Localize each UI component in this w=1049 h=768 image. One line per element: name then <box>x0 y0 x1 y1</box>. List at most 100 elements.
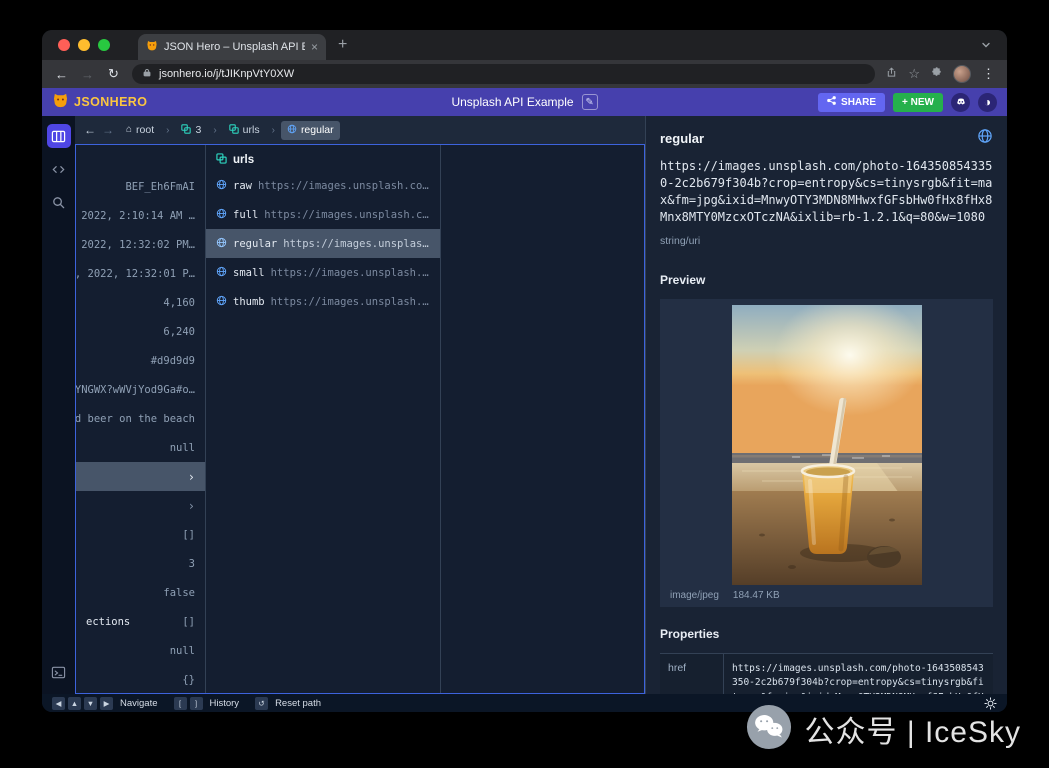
path-back-button[interactable]: ← <box>84 123 96 137</box>
window-controls <box>58 39 110 51</box>
table-row[interactable]: {} <box>76 665 205 693</box>
reload-button[interactable]: ↻ <box>106 66 121 82</box>
watermark-text: 公众号 | IceSky <box>805 707 1022 751</box>
globe-icon <box>216 266 227 280</box>
table-row[interactable]: [] <box>76 520 205 549</box>
share-page-icon[interactable] <box>886 65 897 83</box>
table-row[interactable]: false <box>76 578 205 607</box>
browser-menu-icon[interactable]: ⋮ <box>982 66 995 82</box>
globe-icon <box>216 295 227 309</box>
tab-search-chevron-icon[interactable] <box>981 40 991 50</box>
cell-value: false <box>163 587 195 599</box>
arrow-left-key-icon: ◀ <box>52 697 65 710</box>
list-item-regular-selected[interactable]: regular https://images.unsplash.com… <box>206 229 440 258</box>
navigate-hint: ◀ ▲ ▼ ▶ Navigate <box>52 697 158 710</box>
detail-panel: regular https://images.unsplash.com/phot… <box>645 116 1007 694</box>
globe-icon <box>287 124 297 137</box>
list-item-full[interactable]: full https://images.unsplash.com/ph… <box>206 200 440 229</box>
share-button[interactable]: SHARE <box>818 93 885 112</box>
cell-value: 1, 2022, 12:32:01 P… <box>76 268 195 280</box>
table-row[interactable]: › <box>76 491 205 520</box>
edit-title-button[interactable]: ✎ <box>582 94 598 110</box>
code-icon <box>51 162 66 177</box>
table-row[interactable]: 1, 2022, 12:32:01 P… <box>76 259 205 288</box>
property-value[interactable]: https://images.unsplash.com/photo-164350… <box>724 654 993 694</box>
breadcrumb-item-regular[interactable]: regular <box>281 121 340 140</box>
cell-value: 6,240 <box>163 326 195 338</box>
globe-icon <box>216 237 227 251</box>
new-document-button[interactable]: + NEW <box>893 93 943 112</box>
cell-value: 0, 2022, 2:10:14 AM … <box>76 210 195 222</box>
table-row[interactable]: BEF_Eh6FmAI <box>76 172 205 201</box>
path-forward-button[interactable]: → <box>102 123 114 137</box>
close-window-button[interactable] <box>58 39 70 51</box>
arrow-up-key-icon: ▲ <box>68 697 81 710</box>
detail-value[interactable]: https://images.unsplash.com/photo-164350… <box>660 158 993 226</box>
breadcrumb-item-3[interactable]: 3 <box>175 121 207 140</box>
table-row[interactable]: #d9d9d9 <box>76 346 205 375</box>
breadcrumb-item-urls[interactable]: urls <box>223 121 266 140</box>
terminal-button[interactable] <box>47 660 71 684</box>
tab-strip: JSON Hero – Unsplash API Exa × + <box>42 30 1007 60</box>
back-button[interactable]: ← <box>54 67 69 82</box>
history-label: History <box>210 698 240 709</box>
column-header: urls <box>206 145 440 171</box>
jsonhero-favicon-icon <box>146 38 158 56</box>
table-row[interactable]: 6,240 <box>76 317 205 346</box>
bookmark-star-icon[interactable]: ☆ <box>908 66 920 82</box>
theme-contrast-icon[interactable]: ◑ <box>978 93 997 112</box>
document-title: Unsplash API Example <box>451 95 573 109</box>
close-tab-icon[interactable]: × <box>311 41 318 53</box>
minimize-window-button[interactable] <box>78 39 90 51</box>
new-tab-button[interactable]: + <box>338 37 347 53</box>
watermark: 公众号 | IceSky <box>746 703 1022 755</box>
column-root: BEF_Eh6FmAI 0, 2022, 2:10:14 AM … 1, 202… <box>76 145 206 693</box>
breadcrumb-label: regular <box>301 124 334 136</box>
table-row[interactable]: null <box>76 433 205 462</box>
profile-avatar[interactable] <box>953 65 971 83</box>
home-icon: ⌂ <box>126 125 132 135</box>
cell-value: 3 <box>189 558 195 570</box>
extensions-puzzle-icon[interactable] <box>931 65 942 83</box>
address-bar[interactable]: jsonhero.io/j/tJIKnpVtY0XW <box>132 64 875 84</box>
jsonhero-doge-icon <box>52 91 69 113</box>
cell-value: [] <box>182 529 195 541</box>
table-row[interactable]: 7jYNGWX?wWVjYod9Ga#o… <box>76 375 205 404</box>
list-item-thumb[interactable]: thumb https://images.unsplash.com/… <box>206 287 440 316</box>
table-row[interactable]: 3 <box>76 549 205 578</box>
chevron-right-icon: › <box>272 125 275 136</box>
browser-window: JSON Hero – Unsplash API Exa × + ← → ↻ j… <box>42 30 1007 712</box>
share-nodes-icon <box>827 96 836 108</box>
cell-value: 4,160 <box>163 297 195 309</box>
table-row-selected-urls[interactable]: › <box>76 462 205 491</box>
table-row[interactable]: ections[] <box>76 607 205 636</box>
table-row[interactable]: old beer on the beach <box>76 404 205 433</box>
table-row[interactable]: 4,160 <box>76 288 205 317</box>
forward-button[interactable]: → <box>80 67 95 82</box>
chevron-right-icon: › <box>188 499 195 513</box>
json-editor-view-button[interactable] <box>47 157 71 181</box>
preview-meta: image/jpeg 184.47 KB <box>670 590 780 601</box>
arrow-down-key-icon: ▼ <box>84 697 97 710</box>
search-button[interactable] <box>47 190 71 214</box>
discord-icon[interactable] <box>951 93 970 112</box>
desktop-background: JSON Hero – Unsplash API Exa × + ← → ↻ j… <box>0 0 1049 768</box>
table-row[interactable]: null <box>76 636 205 665</box>
column-view-button[interactable] <box>47 124 71 148</box>
list-item-raw[interactable]: raw https://images.unsplash.com/ph… <box>206 171 440 200</box>
zoom-window-button[interactable] <box>98 39 110 51</box>
browser-tab[interactable]: JSON Hero – Unsplash API Exa × <box>138 34 326 60</box>
detail-type: string/uri <box>660 235 993 247</box>
item-key: small <box>233 267 265 279</box>
list-item-small[interactable]: small https://images.unsplash.com/p… <box>206 258 440 287</box>
item-key: full <box>233 209 258 221</box>
table-row[interactable]: 0, 2022, 2:10:14 AM … <box>76 201 205 230</box>
cell-value: 1, 2022, 12:32:02 PM… <box>76 239 195 251</box>
breadcrumb-item-root[interactable]: ⌂ root <box>120 121 160 139</box>
cell-value: null <box>170 645 195 657</box>
reset-path-button[interactable]: ↺ Reset path <box>255 697 321 710</box>
tab-title: JSON Hero – Unsplash API Exa <box>164 41 305 53</box>
jsonhero-logo[interactable]: JSONHERO <box>52 91 147 113</box>
preview-box: image/jpeg 184.47 KB <box>660 299 993 607</box>
table-row[interactable]: 1, 2022, 12:32:02 PM… <box>76 230 205 259</box>
